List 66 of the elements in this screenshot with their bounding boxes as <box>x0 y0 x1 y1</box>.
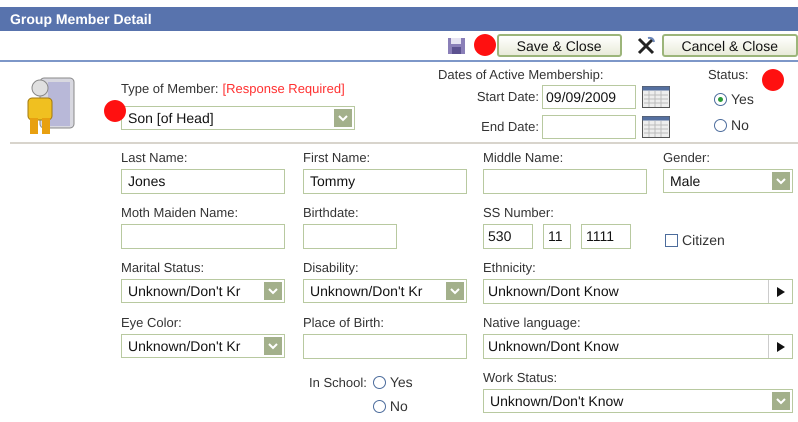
play-arrow-icon[interactable] <box>776 342 784 352</box>
picker-value: Unknown/Dont Know <box>487 337 620 356</box>
dropdown-value: Unknown/Don't Kr <box>310 282 424 300</box>
picker-value: Unknown/Dont Know <box>487 282 620 301</box>
dropdown[interactable]: Unknown/Don't Kr <box>303 279 467 303</box>
field-label: Gender: <box>663 149 711 167</box>
dropdown-value: Son [of Head] <box>128 108 215 128</box>
dropdown[interactable]: Male <box>663 169 793 193</box>
ssn-field[interactable]: 530 <box>483 224 533 249</box>
calendar-icon[interactable] <box>642 116 670 138</box>
dropdown[interactable]: Unknown/Don't Know <box>483 389 793 413</box>
member-type-label: Type of Member: <box>121 80 219 98</box>
radio-label: No <box>731 116 749 135</box>
field-label: Moth Maiden Name: <box>121 204 240 222</box>
field-label: First Name: <box>303 149 372 167</box>
field-label: SS Number: <box>483 204 555 222</box>
save-close-button[interactable]: Save & Close <box>496 34 622 57</box>
status-label: Status: <box>708 66 748 84</box>
dropdown-value: Unknown/Don't Know <box>490 392 624 410</box>
field-label: Ethnicity: <box>483 259 537 277</box>
ssn-field[interactable]: 11 <box>543 224 571 249</box>
field-label: Work Status: <box>483 369 558 387</box>
radio-button[interactable] <box>714 93 727 106</box>
field-label: Place of Birth: <box>303 314 385 332</box>
date-label: End Date: <box>481 118 539 136</box>
text-field[interactable]: Jones <box>121 169 285 194</box>
picker-field[interactable]: Unknown/Dont Know <box>483 279 793 304</box>
dropdown-value: Unknown/Don't Kr <box>128 282 242 300</box>
field-label: Last Name: <box>121 149 188 167</box>
radio-label: No <box>390 397 408 416</box>
text-field[interactable] <box>303 334 467 359</box>
ssn-field[interactable]: 1111 <box>581 224 631 249</box>
member-type-dropdown[interactable]: Son [of Head] <box>121 106 355 130</box>
radio-label: Yes <box>390 373 413 392</box>
radio-button[interactable] <box>372 376 386 389</box>
required-note: [Response Required] <box>222 80 345 98</box>
window-title: Group Member Detail <box>10 10 152 29</box>
field-label: Eye Color: <box>121 314 183 332</box>
field-label: Birthdate: <box>303 204 360 222</box>
checkbox[interactable] <box>665 234 678 247</box>
dropdown[interactable]: Unknown/Don't Kr <box>121 334 285 358</box>
play-arrow-icon[interactable] <box>776 286 784 296</box>
dropdown-value: Unknown/Don't Kr <box>128 336 242 356</box>
end-date-field[interactable] <box>542 115 636 139</box>
field-label: Middle Name: <box>483 149 564 167</box>
text-field[interactable] <box>303 224 397 249</box>
dates-label: Dates of Active Membership: <box>438 66 604 84</box>
checkbox-label: Citizen <box>682 231 725 250</box>
calendar-icon[interactable] <box>642 86 670 108</box>
text-field[interactable] <box>483 169 647 194</box>
text-field[interactable]: Tommy <box>303 169 467 194</box>
text-field[interactable] <box>121 224 285 249</box>
radio-button[interactable] <box>372 400 386 413</box>
date-label: Start Date: <box>476 88 539 106</box>
dropdown-value: Male <box>670 172 702 190</box>
dropdown[interactable]: Unknown/Don't Kr <box>121 279 285 303</box>
field-label: Marital Status: <box>121 259 206 277</box>
cross-icon <box>636 36 656 56</box>
field-label: In School: <box>309 374 367 392</box>
cancel-close-button[interactable]: Cancel & Close <box>662 34 798 57</box>
radio-button[interactable] <box>714 119 727 132</box>
start-date-field[interactable]: 09/09/2009 <box>542 85 636 109</box>
picker-field[interactable]: Unknown/Dont Know <box>483 334 793 359</box>
field-label: Disability: <box>303 259 360 277</box>
radio-label: Yes <box>731 90 754 109</box>
field-label: Native language: <box>483 314 582 332</box>
